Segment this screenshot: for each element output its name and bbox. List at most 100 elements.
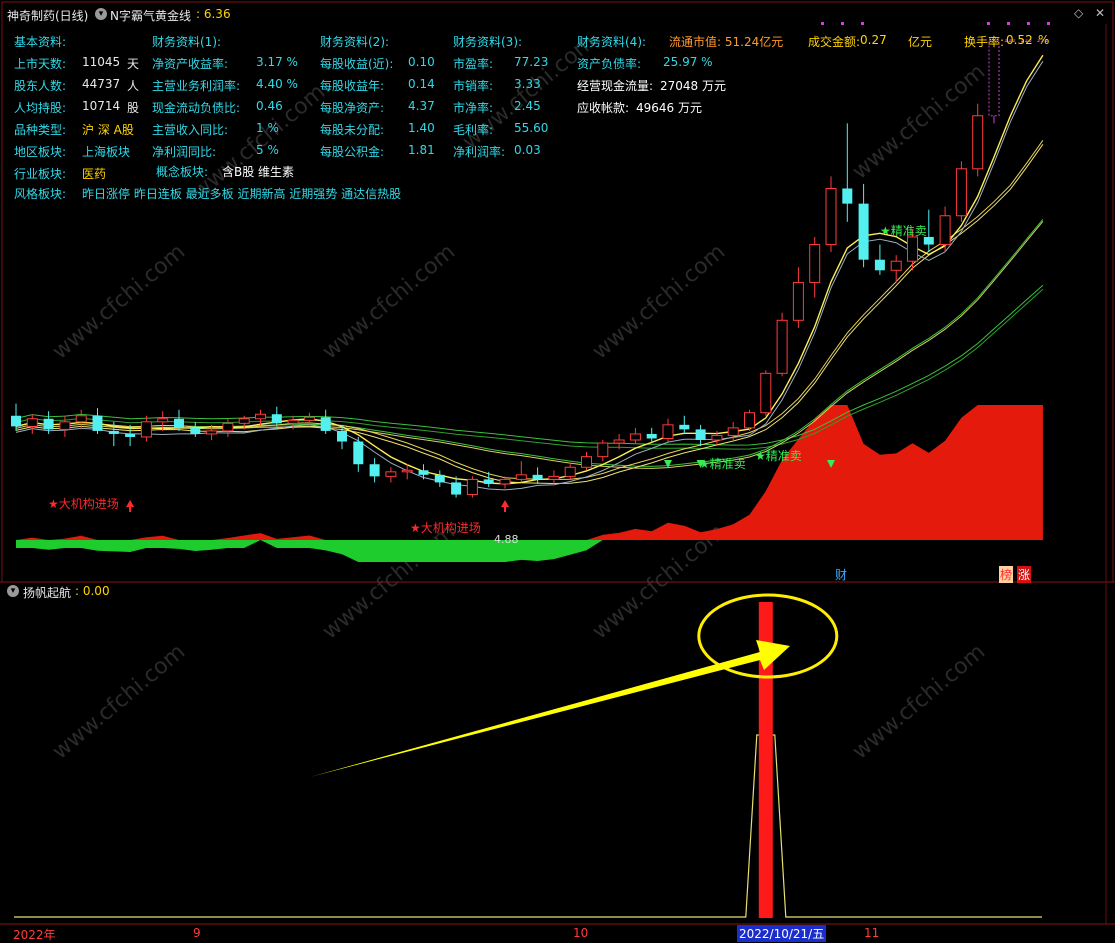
candle-body	[125, 433, 136, 437]
candle-body	[972, 115, 984, 170]
candle-body	[108, 430, 119, 434]
fin2-col-label-2: 每股净资产:	[320, 101, 385, 115]
inst-entry-label-2: ★大机构进场	[410, 521, 481, 535]
candle-body	[646, 433, 657, 439]
fin1-col-value-1: 4.40 %	[256, 77, 298, 91]
fin1-col-label-0: 净资产收益率:	[152, 57, 229, 71]
candle-body	[140, 421, 152, 438]
fin4-col-value-2: 49646 万元	[636, 101, 702, 115]
indicator-value: : 6.36	[196, 7, 231, 21]
watermark-text: www.cfchi.com	[318, 239, 460, 364]
time-label-year: 2022年	[13, 928, 56, 942]
bear-area	[16, 540, 1043, 562]
precise-sell-label-2: ★精准卖	[699, 457, 746, 471]
candle-body	[255, 413, 266, 420]
fin1-col-value-2: 0.46	[256, 99, 283, 113]
fin1-title: 财务资料(1):	[152, 35, 222, 49]
candle-body	[744, 412, 755, 429]
magenta-dot	[987, 22, 990, 25]
highlight-arrow	[310, 640, 790, 777]
fin4-col-value-1: 27048 万元	[660, 79, 726, 93]
precise-sell-label-1: ★精准卖	[880, 224, 927, 238]
market-cap: 流通市值: 51.24亿元	[669, 35, 784, 49]
magenta-dot	[841, 22, 844, 25]
fin2-col-value-1: 0.14	[408, 77, 435, 91]
diamond-icon[interactable]: ◇	[1074, 6, 1083, 20]
candle-body	[287, 419, 299, 424]
candle-body	[711, 434, 723, 441]
basic-col-label-2: 人均持股:	[14, 101, 67, 115]
close-icon[interactable]: ✕	[1095, 6, 1105, 20]
candle-body	[92, 415, 103, 431]
basic-col-label-3: 品种类型:	[14, 123, 67, 137]
watermark-text: www.cfchi.com	[48, 239, 190, 364]
candle-body	[629, 433, 641, 441]
turnover-rate-unit: %	[1038, 33, 1050, 47]
candle-body	[451, 482, 462, 495]
fin2-col-value-4: 1.81	[408, 143, 435, 157]
fin2-title: 财务资料(2):	[320, 35, 390, 49]
candle-body	[75, 415, 87, 423]
candle-body	[874, 259, 885, 271]
fin4-title: 财务资料(4):	[577, 35, 647, 49]
fin3-col-label-4: 净利润率:	[453, 145, 506, 159]
candle-body	[597, 442, 609, 458]
candle-body	[988, 39, 1000, 117]
watermark-text: www.cfchi.com	[848, 59, 990, 184]
turnover-amount-label: 成交金额:	[808, 35, 861, 49]
candle-body	[174, 418, 184, 428]
candle-body	[369, 464, 380, 477]
candle-body	[206, 430, 218, 435]
watermarks: www.cfchi.com www.cfchi.com www.cfchi.com w…	[48, 29, 990, 764]
fin1-col-label-1: 主营业务利润率:	[152, 79, 241, 93]
basic-col-value-2: 10714	[82, 99, 121, 113]
stock-title: 神奇制药(日线)	[7, 9, 89, 23]
candle-body	[434, 474, 445, 483]
basic-col-value-5: 医药	[82, 167, 107, 181]
badge-cai: 财	[835, 568, 848, 582]
candle-body	[792, 281, 804, 321]
watermark-text: www.cfchi.com	[48, 639, 190, 764]
sub-chevron-down-icon[interactable]: ▾	[7, 585, 19, 597]
fin3-col-label-3: 毛利率:	[453, 123, 494, 137]
inst-entry-arrow	[501, 500, 509, 507]
turnover-amount-value: 0.27	[860, 33, 887, 47]
fin3-col-value-1: 3.33	[514, 77, 541, 91]
candle-body	[842, 188, 853, 204]
candle-body	[564, 466, 576, 477]
candle-body	[581, 456, 592, 468]
candle-body	[43, 418, 54, 430]
fin4-col-label-1: 经营现金流量:	[577, 79, 654, 93]
badge-zhang: 涨	[1017, 566, 1032, 583]
candle-body	[190, 427, 201, 434]
chart-canvas: www.cfchi.com www.cfchi.com www.cfchi.com w…	[0, 1, 1115, 925]
candle-body	[695, 429, 706, 440]
watermark-text: www.cfchi.com	[588, 239, 730, 364]
magenta-dot	[1047, 22, 1050, 25]
basic-col-value-3: 沪 深 A股	[82, 123, 134, 137]
candle-body	[939, 215, 951, 246]
fin3-col-value-4: 0.03	[514, 143, 541, 157]
time-label-cursor: 2022/10/21/五	[737, 925, 827, 942]
basic-title: 基本资料:	[14, 35, 67, 49]
chevron-down-icon[interactable]: ▾	[95, 8, 107, 20]
candle-body	[303, 416, 315, 421]
fin3-col-label-2: 市净率:	[453, 101, 494, 115]
inst-entry-arrow	[126, 500, 135, 507]
concept-label: 概念板块:	[156, 165, 209, 179]
candle-body	[548, 475, 560, 480]
candle-body	[515, 474, 527, 480]
candle-body	[385, 471, 397, 477]
magenta-dot	[861, 22, 864, 25]
fin2-col-label-4: 每股公积金:	[320, 145, 385, 159]
candle-body	[809, 244, 821, 283]
fin2-col-label-1: 每股收益年:	[320, 79, 385, 93]
style-label: 风格板块:	[14, 187, 67, 201]
fin3-title: 财务资料(3):	[453, 35, 523, 49]
magenta-dot	[1027, 22, 1030, 25]
candle-body	[59, 421, 71, 430]
fin1-col-label-3: 主营收入同比:	[152, 123, 229, 137]
candle-body	[337, 430, 347, 442]
fin3-col-label-1: 市销率:	[453, 79, 494, 93]
signal-line	[14, 734, 1042, 918]
